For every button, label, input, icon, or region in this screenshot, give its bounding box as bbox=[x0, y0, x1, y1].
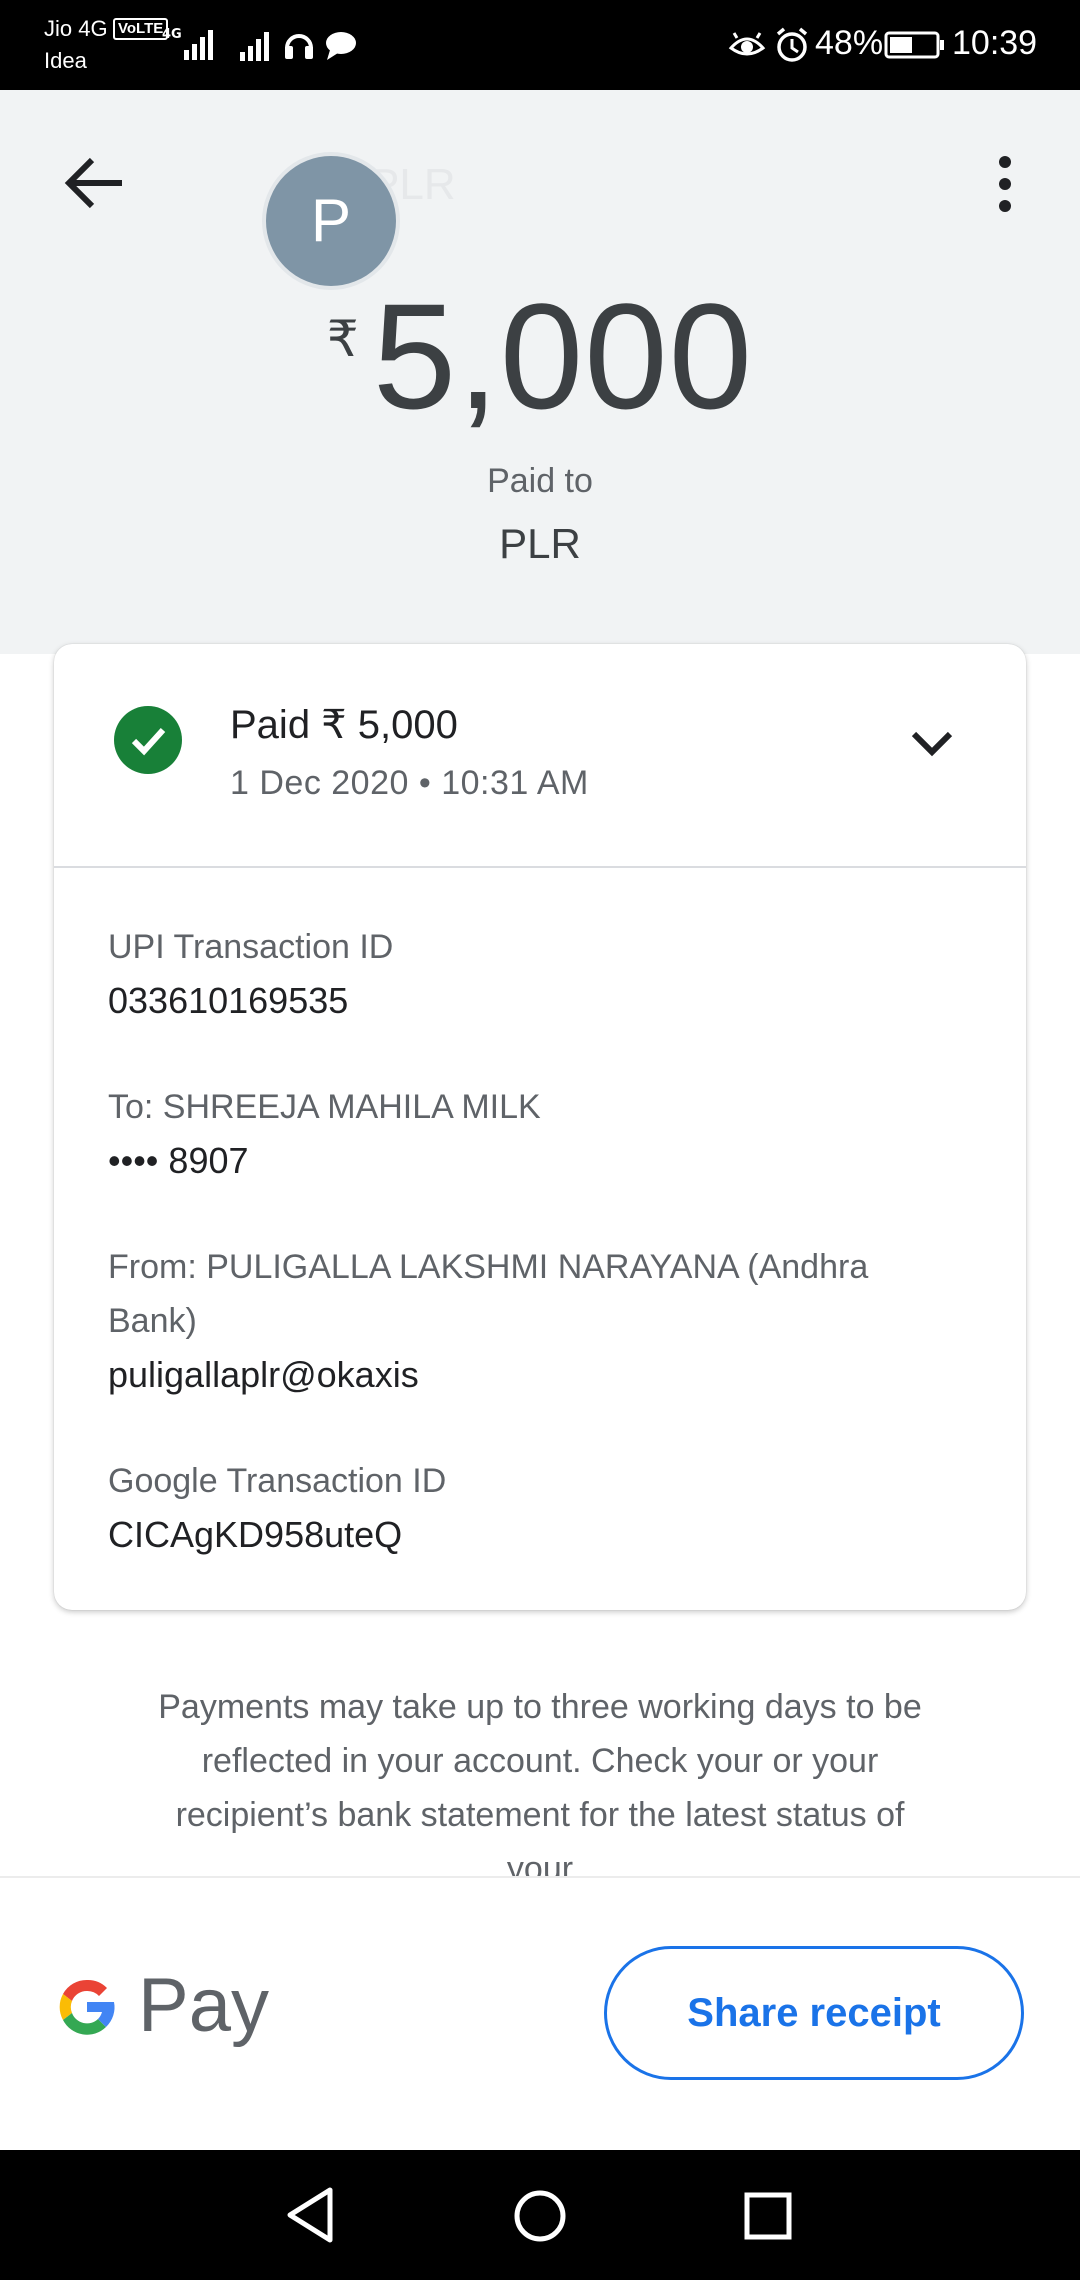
amount-display: ₹5,000 bbox=[0, 270, 1080, 443]
chevron-down-icon[interactable] bbox=[904, 714, 960, 770]
to-label: To: SHREEJA MAHILA MILK bbox=[108, 1088, 541, 1126]
paid-to-label: Paid to bbox=[487, 462, 593, 500]
more-options-icon[interactable] bbox=[990, 152, 1020, 216]
upi-id-label: UPI Transaction ID bbox=[108, 928, 394, 966]
card-divider bbox=[54, 866, 1026, 868]
nav-back-icon[interactable] bbox=[284, 2186, 338, 2244]
clock: 10:39 bbox=[952, 24, 1038, 62]
signal-icon: 4G bbox=[162, 27, 213, 60]
google-txn-label: Google Transaction ID bbox=[108, 1462, 447, 1500]
payment-date-time: 1 Dec 2020 • 10:31 AM bbox=[230, 764, 589, 802]
nav-home-icon[interactable] bbox=[512, 2188, 568, 2244]
google-txn-value: CICAgKD958uteQ bbox=[108, 1514, 403, 1555]
to-account-value: •••• 8907 bbox=[108, 1140, 249, 1181]
carrier-label: Jio 4G bbox=[44, 16, 108, 41]
alarm-icon bbox=[776, 27, 808, 62]
upi-id-value: 033610169535 bbox=[108, 980, 349, 1021]
battery-icon bbox=[884, 31, 944, 59]
google-g-icon bbox=[59, 1979, 115, 2035]
battery-percent: 48% bbox=[815, 24, 884, 62]
payment-status-title: Paid ₹ 5,000 bbox=[230, 703, 458, 747]
disclaimer-text: Payments may take up to three working da… bbox=[158, 1688, 922, 1876]
nav-recents-icon[interactable] bbox=[742, 2190, 794, 2242]
share-receipt-button[interactable]: Share receipt bbox=[604, 1946, 1024, 2080]
success-check-icon bbox=[114, 706, 182, 774]
payee-name: PLR bbox=[499, 520, 581, 567]
svg-text:4G: 4G bbox=[162, 27, 182, 42]
carrier-label-2: Idea bbox=[44, 48, 87, 73]
eye-icon bbox=[728, 32, 766, 56]
message-icon bbox=[326, 32, 356, 60]
from-upi-value: puligallaplr@okaxis bbox=[108, 1354, 419, 1395]
back-arrow-icon[interactable] bbox=[62, 154, 128, 212]
headset-icon bbox=[285, 34, 313, 59]
signal-icon-2 bbox=[240, 32, 269, 61]
from-label-cont: Bank) bbox=[108, 1302, 197, 1340]
currency-symbol: ₹ bbox=[326, 311, 359, 367]
status-bar: Jio 4G VoLTE Idea 4G 48% 10:39 bbox=[0, 0, 1080, 90]
gpay-logo-text: Pay bbox=[138, 1963, 269, 2048]
from-label: From: PULIGALLA LAKSHMI NARAYANA (Andhra bbox=[108, 1248, 869, 1286]
volte-badge: VoLTE bbox=[113, 18, 169, 40]
amount-value: 5,000 bbox=[372, 272, 754, 440]
